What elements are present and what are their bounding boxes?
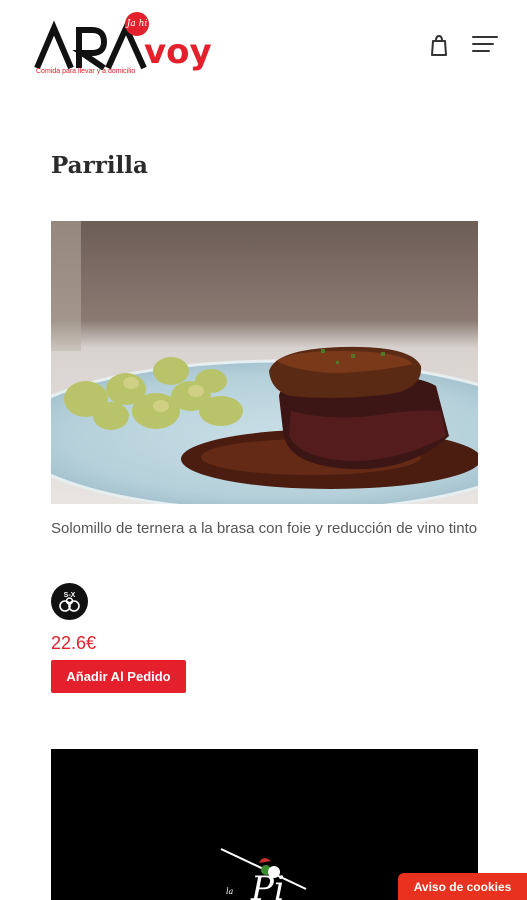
hamburger-menu-icon[interactable]: [472, 36, 498, 56]
product-name[interactable]: Solomillo de ternera a la brasa con foie…: [51, 514, 481, 543]
menu-line: [472, 43, 494, 45]
sulphites-allergen-icon: S-X: [51, 583, 88, 620]
site-header: Ja hi voy Comida para llevar y a domicil…: [0, 0, 527, 92]
product-image[interactable]: [51, 221, 478, 504]
page: Ja hi voy Comida para llevar y a domicil…: [0, 0, 527, 900]
shopping-bag-icon[interactable]: [429, 33, 449, 57]
add-to-order-button[interactable]: Añadir Al Pedido: [51, 660, 186, 693]
svg-text:la: la: [226, 887, 234, 896]
site-logo[interactable]: Ja hi voy Comida para llevar y a domicil…: [34, 12, 212, 80]
category-title: Parrilla: [51, 152, 148, 179]
cookie-notice-button[interactable]: Aviso de cookies: [398, 873, 527, 900]
logo-tagline: Comida para llevar y a domicilio: [36, 68, 136, 75]
logo-accent-text: voy: [144, 32, 212, 72]
menu-line: [472, 36, 498, 38]
svg-text:Pi: Pi: [250, 869, 285, 900]
product-price: 22.6€: [51, 633, 97, 653]
menu-line: [472, 50, 490, 52]
